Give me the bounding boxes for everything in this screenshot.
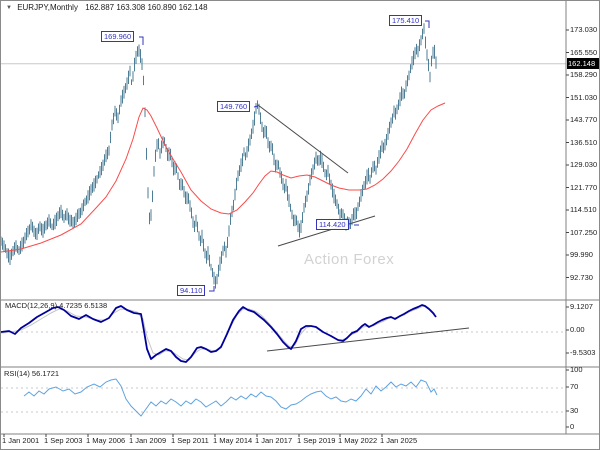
macd-axis-label: 9.1207 (570, 302, 593, 311)
macd-line (1, 304, 437, 363)
price-tag[interactable]: 94.110 (177, 285, 206, 296)
price-bars (1, 23, 437, 289)
price-tag[interactable]: 175.410 (389, 15, 423, 26)
rsi-line (23, 378, 438, 417)
price-tag[interactable]: 114.420 (316, 219, 349, 230)
watermark: Action Forex (304, 251, 395, 268)
price-axis-label: 92.730 (570, 272, 593, 282)
time-axis-label: 1 May 2022 (338, 436, 378, 445)
price-axis-label: 114.510 (570, 205, 597, 214)
tag-connector (209, 286, 215, 292)
rsi-axis-label: 30 (570, 406, 579, 415)
time-axis-label: 1 May 2014 (213, 436, 253, 445)
rsi-axis-label: 0 (570, 422, 575, 431)
price-axis-label: 121.770 (570, 182, 598, 192)
time-axis-label: 1 Sep 2019 (297, 436, 336, 445)
symbol-dropdown-icon[interactable]: ▼ (6, 5, 12, 11)
price-tag[interactable]: 149.760 (217, 101, 251, 112)
price-axis-label: 99.990 (570, 250, 593, 259)
rsi-axis-label: 100 (570, 365, 583, 374)
time-axis-label: 1 Jan 2025 (380, 436, 418, 445)
chart-window: ▼ EURJPY,Monthly 162.887 163.308 160.890… (0, 0, 600, 450)
price-axis-label: 136.510 (570, 137, 598, 147)
rsi-indicator-label: RSI(14) 56.1721 (4, 369, 60, 378)
price-axis-label: 107.250 (570, 227, 598, 237)
chart-title: ▼ EURJPY,Monthly 162.887 163.308 160.890… (6, 3, 208, 12)
macd-indicator-label: MACD(12,26,9) 4.7235 6.5138 (5, 301, 108, 310)
time-axis-label: 1 Jan 2001 (2, 436, 40, 445)
macd-axis-label: 0.00 (570, 325, 585, 334)
tag-connector (139, 36, 144, 45)
price-axis-label: 158.290 (570, 70, 598, 79)
price-axis-label: 151.030 (570, 92, 598, 102)
ohlc-values: 162.887 163.308 160.890 162.148 (85, 3, 208, 12)
chart-canvas[interactable] (1, 1, 600, 450)
time-axis-label: 1 Sep 2003 (44, 436, 83, 445)
current-price-tag: 162.148 (567, 58, 599, 69)
rsi-axis-label: 70 (570, 382, 579, 391)
price-axis-label: 173.030 (570, 25, 598, 34)
moving-average-line (1, 102, 446, 253)
macd-signal-line (1, 305, 436, 361)
price-axis-label: 143.770 (570, 115, 598, 124)
time-axis-label: 1 May 2006 (86, 436, 126, 445)
price-axis-label: 165.550 (570, 47, 598, 57)
price-tag[interactable]: 169.960 (101, 31, 135, 42)
price-axis-label: 129.030 (570, 160, 598, 169)
trendline[interactable] (257, 104, 349, 174)
macd-axis-label: -9.5303 (570, 348, 596, 357)
time-axis-label: 1 Jan 2017 (255, 436, 293, 445)
time-axis-label: 1 Jan 2009 (129, 436, 167, 445)
symbol-period-label: EURJPY,Monthly (17, 3, 78, 12)
tag-connector (425, 20, 430, 28)
time-axis-label: 1 Sep 2011 (171, 436, 209, 445)
